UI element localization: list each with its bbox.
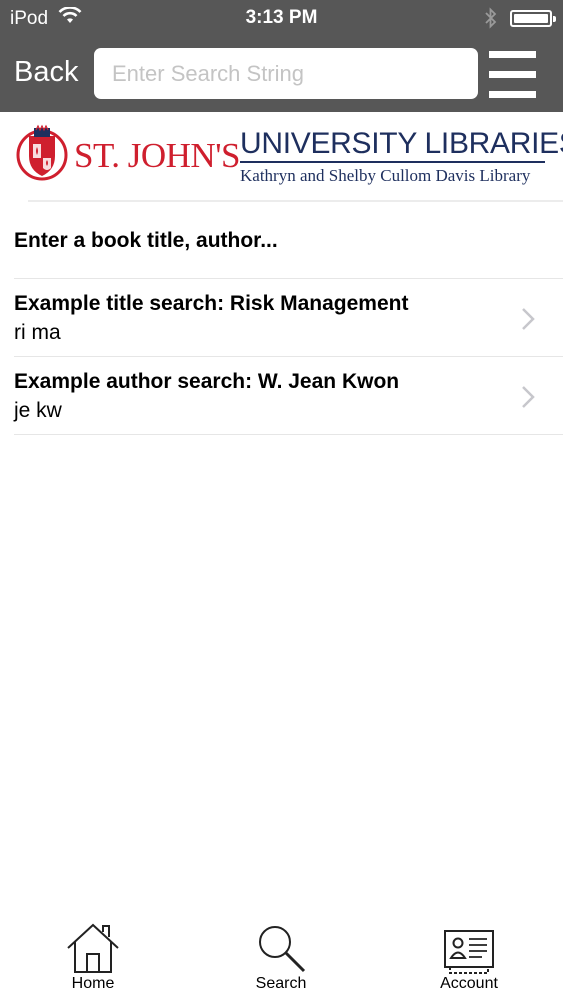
tab-bar: Home Search Account — [0, 912, 563, 1000]
tab-search[interactable]: Search — [221, 912, 341, 1000]
library-title: UNIVERSITY LIBRARIES — [240, 127, 563, 160]
status-bar: iPod 3:13 PM — [0, 0, 563, 38]
tab-home[interactable]: Home — [33, 912, 153, 1000]
tab-label: Search — [255, 975, 307, 992]
banner-rule — [240, 161, 545, 163]
menu-icon[interactable] — [489, 51, 536, 98]
library-subtitle: Kathryn and Shelby Cullom Davis Library — [240, 166, 531, 185]
tab-label: Home — [71, 975, 115, 992]
clock: 3:13 PM — [245, 7, 318, 28]
example-row-author[interactable]: Example author search: W. Jean Kwon je k… — [0, 357, 563, 435]
chevron-right-icon — [521, 307, 535, 336]
tab-account[interactable]: Account — [409, 912, 529, 1000]
example-row-title[interactable]: Example title search: Risk Management ri… — [0, 279, 563, 357]
top-bar: iPod 3:13 PM Back — [0, 0, 563, 112]
search-input[interactable] — [94, 48, 478, 99]
bluetooth-icon — [484, 7, 498, 34]
divider — [14, 434, 563, 435]
institution-name: ST. JOHN'S — [74, 136, 240, 175]
chevron-right-icon — [521, 385, 535, 414]
example-query: ri ma — [14, 321, 61, 344]
battery-icon — [510, 10, 556, 27]
example-title: Example title search: Risk Management — [14, 292, 409, 315]
university-seal-logo — [16, 122, 68, 188]
tab-label: Account — [440, 975, 498, 992]
example-query: je kw — [14, 399, 62, 422]
library-banner: ST. JOHN'S UNIVERSITY LIBRARIES Kathryn … — [0, 112, 563, 200]
search-prompt: Enter a book title, author... — [14, 229, 278, 252]
divider — [28, 200, 563, 202]
example-title: Example author search: W. Jean Kwon — [14, 370, 400, 393]
back-button[interactable]: Back — [14, 56, 78, 89]
